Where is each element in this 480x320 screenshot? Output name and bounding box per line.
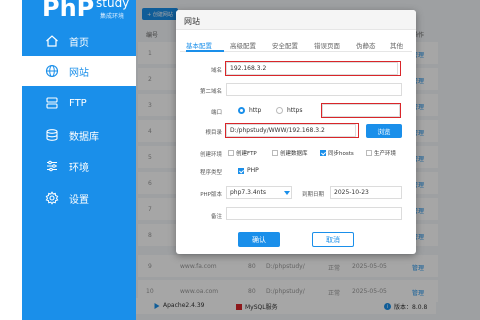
sidebar-item-website[interactable]: 网站 bbox=[22, 56, 136, 86]
sidebar-item-label: FTP bbox=[69, 97, 87, 109]
root-label: 根目录 bbox=[205, 130, 222, 136]
sidebar-item-home[interactable]: 首页 bbox=[22, 26, 136, 56]
sidebar-item-label: 数据库 bbox=[69, 131, 99, 143]
tab-other[interactable]: 其他 bbox=[390, 40, 403, 50]
globe-icon bbox=[44, 63, 60, 79]
create-ftp-checkbox[interactable] bbox=[228, 150, 234, 156]
sidebar: PhP study 集成环境 首页 网站 FTP 数据库 环境 设置 bbox=[22, 0, 136, 320]
dialog-tabs: 基本配置 高级配置 安全配置 错误页面 伪静态 其他 bbox=[180, 38, 412, 52]
sync-hosts-checkbox[interactable] bbox=[320, 150, 326, 156]
domain-label: 域名 bbox=[210, 68, 222, 74]
production-checkbox[interactable] bbox=[366, 150, 372, 156]
second-domain-input[interactable] bbox=[226, 83, 402, 96]
browse-button[interactable]: 浏览 bbox=[366, 124, 402, 138]
sliders-icon bbox=[44, 158, 60, 174]
dialog-header bbox=[176, 10, 416, 30]
sidebar-item-label: 环境 bbox=[69, 162, 89, 174]
sidebar-item-settings[interactable]: 设置 bbox=[22, 183, 136, 213]
app-logo-sub: study bbox=[96, 0, 130, 10]
sidebar-item-database[interactable]: 数据库 bbox=[22, 120, 136, 150]
tab-rewrite[interactable]: 伪静态 bbox=[356, 40, 376, 50]
port-highlight bbox=[321, 103, 401, 118]
sidebar-item-ftp[interactable]: FTP bbox=[22, 88, 136, 118]
tab-security-config[interactable]: 安全配置 bbox=[272, 40, 298, 50]
second-domain-label: 第二域名 bbox=[199, 89, 222, 95]
env-label: 创建环境 bbox=[199, 152, 222, 158]
php-type-checkbox[interactable] bbox=[238, 168, 244, 174]
app-logo-cn: 集成环境 bbox=[100, 13, 125, 20]
php-version-label: PHP版本 bbox=[200, 192, 222, 198]
php-type-label: PHP bbox=[247, 167, 259, 174]
expire-date-input[interactable]: 2025-10-23 bbox=[330, 186, 402, 199]
expire-label: 到期日期 bbox=[301, 192, 324, 198]
server-icon bbox=[44, 95, 60, 111]
dialog-title: 网站 bbox=[184, 17, 200, 26]
app-logo: PhP bbox=[42, 0, 95, 22]
confirm-button[interactable]: 确认 bbox=[238, 232, 280, 247]
create-db-checkbox[interactable] bbox=[272, 150, 278, 156]
tab-error-pages[interactable]: 错误页面 bbox=[314, 40, 340, 50]
database-icon bbox=[44, 127, 60, 143]
tab-advanced-config[interactable]: 高级配置 bbox=[230, 40, 256, 50]
sidebar-item-label: 首页 bbox=[69, 37, 89, 49]
https-option-label: https bbox=[287, 107, 303, 114]
cancel-button[interactable]: 取消 bbox=[312, 232, 354, 247]
sidebar-item-label: 网站 bbox=[69, 67, 89, 79]
create-db-label: 创建数据库 bbox=[280, 151, 308, 157]
remark-label: 备注 bbox=[210, 214, 222, 220]
active-tab-indicator bbox=[186, 50, 224, 52]
site-config-dialog: 网站 基本配置 高级配置 安全配置 错误页面 伪静态 其他 域名 192.168… bbox=[176, 10, 416, 254]
root-highlight bbox=[225, 123, 359, 138]
sync-hosts-label: 同步hosts bbox=[328, 151, 354, 157]
remark-input[interactable] bbox=[226, 207, 402, 220]
gear-icon bbox=[44, 190, 60, 206]
tab-basic-config[interactable]: 基本配置 bbox=[186, 40, 212, 50]
create-ftp-label: 创建FTP bbox=[236, 151, 257, 157]
https-radio[interactable] bbox=[276, 107, 283, 114]
sidebar-item-environment[interactable]: 环境 bbox=[22, 151, 136, 181]
port-label: 端口 bbox=[210, 110, 222, 116]
prog-type-label: 程序类型 bbox=[199, 170, 222, 176]
http-option-label: http bbox=[249, 107, 262, 114]
sidebar-item-label: 设置 bbox=[69, 194, 89, 206]
domain-highlight bbox=[225, 61, 401, 76]
home-icon bbox=[44, 33, 60, 49]
http-radio[interactable] bbox=[238, 107, 245, 114]
production-label: 生产环境 bbox=[374, 151, 397, 157]
phpstudy-window: PhP study 集成环境 首页 网站 FTP 数据库 环境 设置 + 创建网… bbox=[0, 0, 480, 320]
